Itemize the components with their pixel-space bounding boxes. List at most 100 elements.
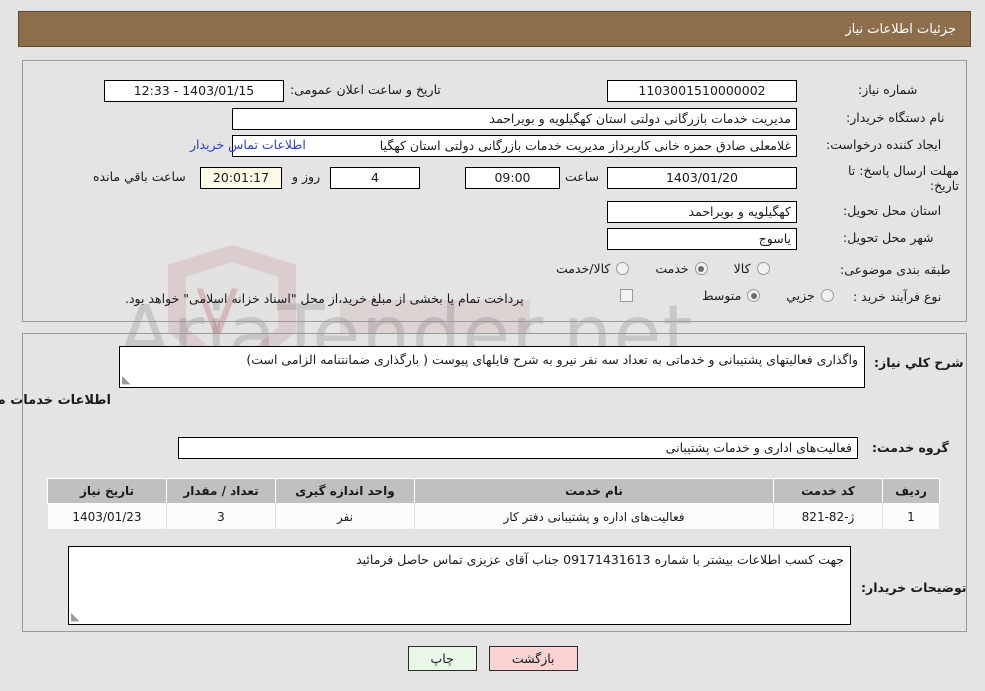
process-label-wrap: نوع فرآیند خرید : (853, 289, 941, 304)
description-label-wrap: شرح کلي نیاز: (874, 355, 963, 370)
description-textarea[interactable]: واگذاری فعالیتهای پشتیبانی و خدماتی به ت… (119, 346, 865, 388)
cell-unit: نفر (275, 503, 415, 530)
announce-datetime-field[interactable]: 1403/01/15 - 12:33 (104, 80, 284, 102)
days-remaining-field[interactable]: 4 (330, 167, 420, 189)
category-option-kala-khedmat-label: کالا/خدمت (556, 261, 611, 276)
requester-label-wrap: ایجاد کننده درخواست: (826, 137, 941, 152)
requester-field[interactable]: غلامعلی صادق حمزه خانی کاربرداز مدیریت خ… (232, 135, 797, 157)
table-header-unit: واحد اندازه گیری (275, 478, 415, 504)
buyer-org-label-wrap: نام دستگاه خریدار: (846, 110, 944, 125)
city-label-wrap: شهر محل تحویل: (843, 230, 933, 245)
need-number-field-wrap: 1103001510000002 (607, 80, 797, 102)
cell-code: ژ-82-821 (773, 503, 883, 530)
buyer-notes-label-wrap: توضیحات خریدار: (861, 580, 967, 595)
deadline-date-field-wrap: 1403/01/20 (607, 167, 797, 189)
process-option-jozi[interactable]: جزیي (786, 288, 834, 303)
announce-datetime-label: تاریخ و ساعت اعلان عمومی: (290, 82, 441, 97)
page-title-bar: جزئیات اطلاعات نیاز (18, 11, 971, 47)
process-option-jozi-label: جزیي (786, 288, 815, 303)
resize-grip-icon[interactable]: ◢ (122, 373, 134, 386)
days-remaining-field-wrap: 4 (330, 167, 420, 189)
page-root: V AriaTender.net جزئیات اطلاعات نیاز شما… (0, 0, 985, 691)
treasury-note: پرداخت تمام یا بخشی از مبلغ خرید،از محل … (125, 291, 524, 306)
deadline-time-label: ساعت (565, 169, 600, 184)
table-row[interactable]: 1 ژ-82-821 فعالیت‌های اداره و پشتیبانی د… (47, 503, 940, 530)
process-option-motevaset-label: متوسط (702, 288, 742, 303)
city-field-wrap: یاسوج (607, 228, 797, 250)
cell-quantity: 3 (166, 503, 276, 530)
deadline-time-label-wrap: ساعت (565, 169, 599, 184)
category-option-khedmat[interactable]: خدمت (655, 261, 708, 276)
table-header-name: نام خدمت (414, 478, 774, 504)
category-option-khedmat-label: خدمت (655, 261, 689, 276)
services-section-title: اطلاعات خدمات مورد نیاز (0, 393, 111, 408)
service-group-field[interactable]: فعالیت‌های اداری و خدمات پشتیبانی (178, 437, 858, 459)
announce-datetime-field-wrap: 1403/01/15 - 12:33 (104, 80, 284, 102)
action-button-bar: بازگشت چاپ (0, 646, 985, 671)
deadline-time-field-wrap: 09:00 (465, 167, 560, 189)
buyer-org-label: نام دستگاه خریدار: (846, 110, 945, 125)
service-group-label: گروه خدمت: (872, 440, 949, 455)
process-option-motevaset[interactable]: متوسط (702, 288, 761, 303)
buyer-org-field-wrap: مدیریت خدمات بازرگانی دولتی استان کهگیلو… (232, 108, 797, 130)
cell-row-no: 1 (882, 503, 940, 530)
deadline-label-wrap: مهلت ارسال پاسخ: تا تاریخ: (829, 163, 959, 193)
treasury-checkbox-wrap[interactable] (620, 289, 633, 302)
deadline-date-field[interactable]: 1403/01/20 (607, 167, 797, 189)
days-label-wrap: روز و (292, 169, 320, 184)
buyer-notes-label: توضیحات خریدار: (861, 580, 967, 595)
radio-icon-khedmat[interactable] (694, 262, 708, 275)
service-group-label-wrap: گروه خدمت: (872, 440, 949, 455)
print-button[interactable]: چاپ (407, 646, 477, 671)
treasury-note-wrap: پرداخت تمام یا بخشی از مبلغ خرید،از محل … (125, 291, 524, 306)
checkbox-icon-treasury[interactable] (620, 289, 633, 302)
process-label: نوع فرآیند خرید : (853, 289, 942, 304)
page-title: جزئیات اطلاعات نیاز (845, 21, 956, 37)
category-radio-group: کالا خدمت کالا/خدمت (556, 261, 770, 276)
need-number-label: شماره نیاز: (858, 82, 918, 97)
table-header-quantity: تعداد / مقدار (166, 478, 276, 504)
radio-icon-kala[interactable] (756, 262, 770, 275)
back-button[interactable]: بازگشت (488, 646, 578, 671)
cell-date: 1403/01/23 (47, 503, 167, 530)
category-option-kala[interactable]: کالا (734, 261, 770, 276)
need-number-label-wrap: شماره نیاز: (858, 82, 917, 97)
radio-icon-jozi[interactable] (820, 289, 834, 302)
province-label-wrap: استان محل تحویل: (843, 203, 941, 218)
resize-grip-icon-notes[interactable]: ◢ (71, 610, 83, 623)
category-option-kala-label: کالا (733, 261, 751, 276)
buyer-contact-link-wrap: اطلاعات تماس خریدار (190, 137, 306, 152)
city-field[interactable]: یاسوج (607, 228, 797, 250)
countdown-label: ساعت باقي مانده (93, 169, 186, 184)
countdown-field[interactable]: 20:01:17 (200, 167, 282, 189)
province-field-wrap: کهگیلویه و بویراحمد (607, 201, 797, 223)
process-radio-group: جزیي متوسط (702, 288, 834, 303)
table-header-row: ردیف کد خدمت نام خدمت واحد اندازه گیری ت… (47, 478, 940, 504)
requester-label: ایجاد کننده درخواست: (826, 137, 942, 152)
description-label: شرح کلي نیاز: (874, 355, 964, 370)
table-header-date: تاریخ نیاز (47, 478, 167, 504)
days-label: روز و (292, 169, 321, 184)
buyer-notes-textarea[interactable]: جهت کسب اطلاعات بیشتر با شماره 091714316… (68, 546, 851, 625)
radio-icon-motevaset[interactable] (747, 289, 761, 302)
requester-field-wrap: غلامعلی صادق حمزه خانی کاربرداز مدیریت خ… (232, 135, 797, 157)
category-option-kala-khedmat[interactable]: کالا/خدمت (556, 261, 630, 276)
countdown-field-wrap: 20:01:17 (200, 167, 282, 189)
table-header-code: کد خدمت (773, 478, 883, 504)
description-text: واگذاری فعالیتهای پشتیبانی و خدماتی به ت… (246, 352, 858, 367)
province-label: استان محل تحویل: (843, 203, 942, 218)
service-group-field-wrap: فعالیت‌های اداری و خدمات پشتیبانی (178, 437, 858, 459)
announce-datetime-label-wrap: تاریخ و ساعت اعلان عمومی: (290, 82, 441, 97)
radio-icon-kala-khedmat[interactable] (616, 262, 630, 275)
deadline-label: مهلت ارسال پاسخ: تا تاریخ: (848, 163, 959, 193)
need-number-field[interactable]: 1103001510000002 (607, 80, 797, 102)
deadline-time-field[interactable]: 09:00 (465, 167, 560, 189)
cell-name: فعالیت‌های اداره و پشتیبانی دفتر کار (414, 503, 774, 530)
buyer-org-field[interactable]: مدیریت خدمات بازرگانی دولتی استان کهگیلو… (232, 108, 797, 130)
category-label: طبقه بندی موضوعی: (840, 262, 951, 277)
countdown-label-wrap: ساعت باقي مانده (93, 169, 186, 184)
city-label: شهر محل تحویل: (843, 230, 934, 245)
province-field[interactable]: کهگیلویه و بویراحمد (607, 201, 797, 223)
table-header-row-no: ردیف (882, 478, 940, 504)
buyer-contact-link[interactable]: اطلاعات تماس خریدار (190, 137, 306, 152)
